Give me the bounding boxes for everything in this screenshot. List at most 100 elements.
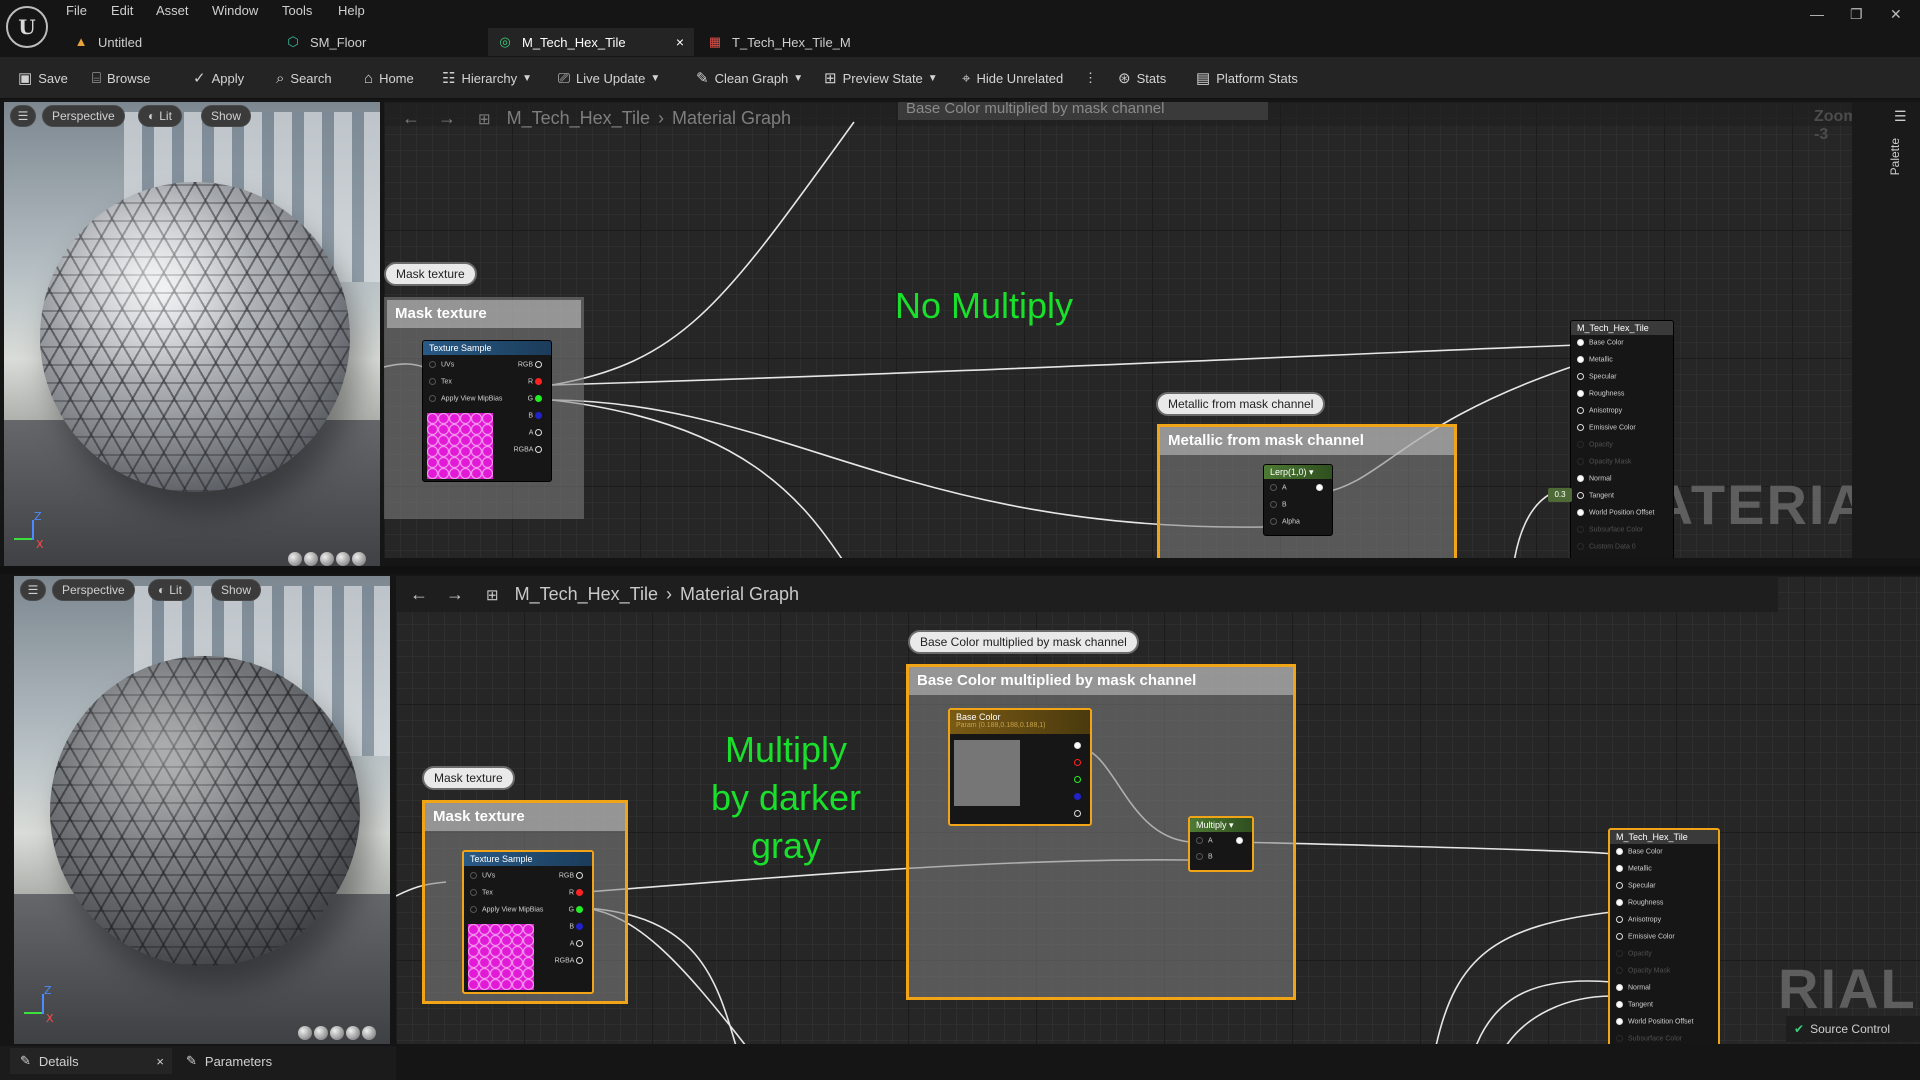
comment-title: Mask texture — [387, 300, 581, 328]
mask-texture-comment-bubble[interactable]: Mask texture — [422, 766, 515, 790]
pin-world-position-offset: World Position Offset — [1577, 509, 1655, 516]
menu-window[interactable]: Window — [212, 3, 258, 18]
pin-output — [1236, 837, 1248, 844]
preview-state-dropdown[interactable]: ⊞ Preview State ▼ — [824, 67, 938, 89]
cylinder-shape-icon[interactable] — [304, 552, 318, 566]
cylinder-shape-icon[interactable] — [314, 1026, 328, 1040]
lerp-node[interactable]: Lerp(1,0) ▾ A B Alpha — [1263, 464, 1333, 536]
close-window-icon[interactable]: ✕ — [1890, 6, 1902, 23]
more-options-icon[interactable]: ⋮ — [1084, 67, 1097, 89]
live-update-dropdown[interactable]: ⎚ Live Update ▼ — [558, 67, 660, 89]
material-graph-bottom[interactable]: ← → ⊞ M_Tech_Hex_Tile › Material Graph M… — [396, 576, 1920, 1044]
tab-untitled[interactable]: ▲ Untitled — [64, 28, 274, 56]
lit-button[interactable]: ◐ Lit — [138, 105, 182, 127]
palette-tab[interactable]: Palette — [1888, 138, 1902, 175]
clean-graph-dropdown[interactable]: ✎ Clean Graph ▼ — [696, 67, 803, 89]
tab-sm-floor[interactable]: ⬡ SM_Floor — [276, 28, 486, 56]
save-button[interactable]: ▣ Save — [18, 67, 68, 89]
constant-node[interactable]: 0.3 — [1548, 488, 1572, 502]
pin-rgb-out — [1074, 742, 1086, 749]
tab-parameters[interactable]: ✎ Parameters — [176, 1048, 336, 1074]
home-button[interactable]: ⌂ Home — [364, 67, 414, 89]
parameters-icon: ✎ — [186, 1053, 197, 1068]
metallic-comment-bubble[interactable]: Metallic from mask channel — [1156, 392, 1326, 416]
pin-anisotropy: Anisotropy — [1616, 916, 1661, 923]
platform-stats-button[interactable]: ▤ Platform Stats — [1196, 67, 1298, 89]
tab-details[interactable]: ✎ Details × — [10, 1048, 172, 1074]
tab-t-tech-hex-tile-m[interactable]: ▦ T_Tech_Hex_Tile_M — [698, 28, 908, 56]
hierarchy-dropdown[interactable]: ☷ Hierarchy ▼ — [442, 67, 532, 89]
chevron-down-icon: ▼ — [650, 72, 661, 84]
lit-button[interactable]: ◐ Lit — [148, 579, 192, 601]
menu-asset[interactable]: Asset — [156, 3, 189, 18]
pin-b: B — [569, 923, 588, 930]
mesh-shape-icon[interactable] — [362, 1026, 376, 1040]
title-bar: U File Edit Asset Window Tools Help ▲ Un… — [0, 0, 1920, 56]
base-color-parameter-node[interactable]: Base Color Param (0.188,0.188,0.188,1) — [948, 708, 1092, 826]
comment-title: Base Color multiplied by mask channel — [909, 667, 1293, 695]
preview-shape-buttons[interactable] — [288, 552, 366, 566]
tab-m-tech-hex-tile[interactable]: ◎ M_Tech_Hex_Tile × — [488, 28, 694, 56]
pin-r: R — [528, 378, 547, 385]
perspective-button[interactable]: Perspective — [52, 579, 135, 601]
tab-label: M_Tech_Hex_Tile — [522, 34, 626, 50]
axis-y-line — [24, 1012, 44, 1014]
palette-menu-icon[interactable]: ☰ — [1894, 108, 1907, 125]
axis-x-label: X — [36, 538, 44, 551]
apply-button[interactable]: ✓ Apply — [193, 67, 244, 89]
annotation-multiply: Multiply by darker gray — [710, 729, 862, 866]
pin-output — [1316, 484, 1328, 491]
chevron-down-icon: ▼ — [793, 72, 804, 84]
result-node-top[interactable]: M_Tech_Hex_Tile Base Color Metallic Spec… — [1570, 320, 1674, 558]
preview-shape-buttons[interactable] — [298, 1026, 376, 1040]
close-icon[interactable]: × — [676, 34, 684, 50]
hide-unrelated-button[interactable]: ⌖ Hide Unrelated — [962, 67, 1063, 89]
chevron-down-icon: ▾ — [1229, 820, 1234, 830]
stats-button[interactable]: ⊛ Stats — [1118, 67, 1166, 89]
pin-tangent: Tangent — [1577, 492, 1614, 499]
search-button[interactable]: ⌕ Search — [276, 67, 332, 89]
pin-b-out — [1074, 793, 1086, 800]
sphere-shape-icon[interactable] — [288, 552, 302, 566]
axis-z-line — [32, 520, 34, 540]
mask-texture-comment-bubble[interactable]: Mask texture — [384, 262, 477, 286]
texture-sample-node-top[interactable]: Texture Sample UVs Tex Apply View MipBia… — [422, 340, 552, 482]
show-button[interactable]: Show — [211, 579, 262, 601]
source-control-button[interactable]: ✔ Source Control — [1786, 1016, 1920, 1042]
multiply-node[interactable]: Multiply ▾ A B — [1188, 816, 1254, 872]
pin-rgba: RGBA — [555, 957, 588, 964]
browse-button[interactable]: ⌸ Browse — [92, 67, 150, 89]
menu-tools[interactable]: Tools — [282, 3, 312, 18]
show-button[interactable]: Show — [201, 105, 252, 127]
menu-edit[interactable]: Edit — [111, 3, 133, 18]
texture-sample-node-bottom[interactable]: Texture Sample UVs Tex Apply View MipBia… — [462, 850, 594, 994]
preview-viewport-bottom[interactable]: ☰ Perspective ◐ Lit Show Z X — [14, 576, 390, 1044]
pin-tex: Tex — [470, 889, 493, 896]
sphere-shape-icon[interactable] — [298, 1026, 312, 1040]
pin-specular: Specular — [1616, 882, 1656, 889]
base-color-comment-bubble[interactable]: Base Color multiplied by mask channel — [908, 630, 1139, 654]
viewport-menu-icon[interactable]: ☰ — [10, 105, 36, 127]
material-graph-top[interactable]: ← → ⊞ M_Tech_Hex_Tile › Material Graph B… — [384, 102, 1852, 558]
viewport-menu-icon[interactable]: ☰ — [20, 579, 46, 601]
pin-anisotropy: Anisotropy — [1577, 407, 1622, 414]
cube-shape-icon[interactable] — [346, 1026, 360, 1040]
restore-icon[interactable]: ❐ — [1850, 6, 1863, 23]
mesh-shape-icon[interactable] — [352, 552, 366, 566]
node-title: Lerp(1,0) ▾ — [1264, 465, 1332, 479]
palette-strip: ☰ Palette — [1852, 102, 1920, 558]
lit-icon: ◐ — [158, 583, 166, 597]
preview-viewport-top[interactable]: ☰ Perspective ◐ Lit Show Z X — [4, 102, 380, 570]
minimize-icon[interactable]: — — [1810, 6, 1824, 22]
result-node-bottom[interactable]: M_Tech_Hex_Tile Base Color Metallic Spec… — [1608, 828, 1720, 1044]
perspective-button[interactable]: Perspective — [42, 105, 125, 127]
pin-subsurface-color: Subsurface Color — [1616, 1035, 1682, 1042]
plane-shape-icon[interactable] — [320, 552, 334, 566]
menu-file[interactable]: File — [66, 3, 87, 18]
unreal-logo-icon[interactable]: U — [6, 6, 48, 48]
cube-shape-icon[interactable] — [336, 552, 350, 566]
menu-help[interactable]: Help — [338, 3, 365, 18]
plane-shape-icon[interactable] — [330, 1026, 344, 1040]
close-icon[interactable]: × — [156, 1054, 164, 1069]
pin-a: A — [529, 429, 547, 436]
